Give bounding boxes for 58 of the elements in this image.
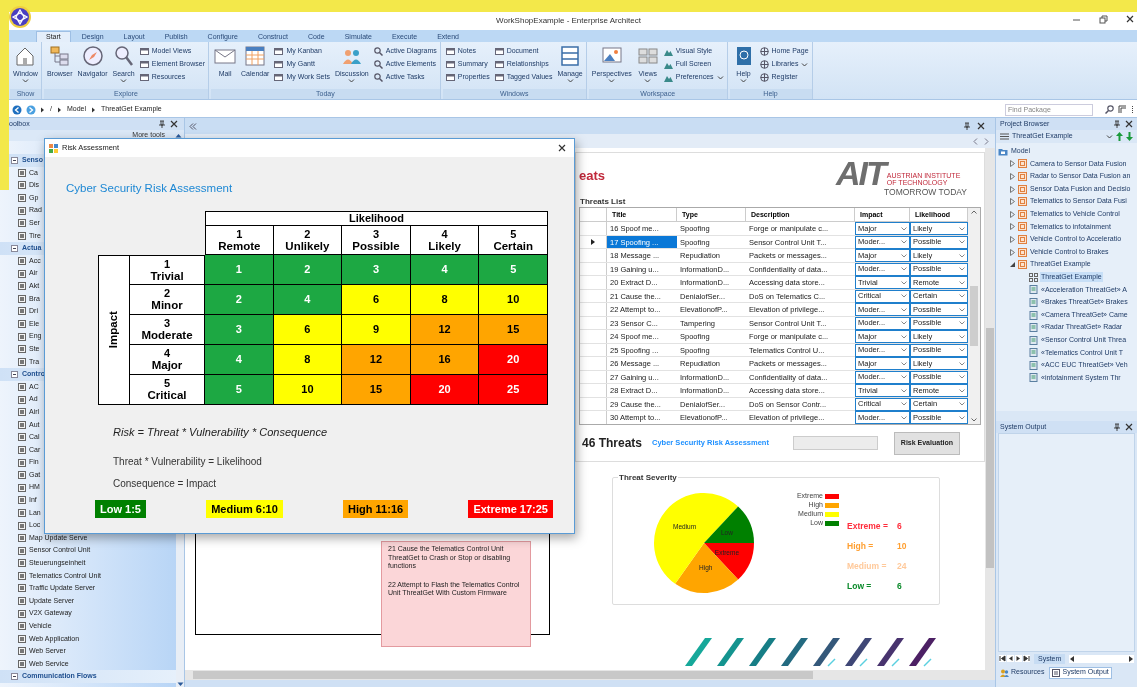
matrix-cell: 3: [342, 255, 411, 285]
risk-band: Extreme 17:25: [468, 500, 553, 518]
matrix-cell: 20: [410, 375, 480, 405]
chart-title: Threat Severity: [618, 472, 678, 484]
row-header: 4 Major: [130, 345, 205, 375]
total-label: Medium =: [847, 561, 888, 572]
matrix-cell: 4: [410, 255, 480, 285]
total-label: Extreme =: [847, 521, 889, 532]
risk-band: Low 1:5: [95, 500, 146, 518]
matrix-cell: 15: [479, 315, 548, 345]
axis-label: Impact: [106, 311, 121, 349]
total-value: 6: [897, 581, 903, 592]
column-header: 2 Unlikely: [273, 226, 343, 255]
column-header: 5 Certain: [479, 226, 548, 255]
matrix-cell: 10: [479, 285, 548, 315]
formula-text: Risk = Threat * Vulnerability * Consequence: [113, 425, 329, 439]
matrix-cell: 6: [273, 315, 343, 345]
matrix-cell: 2: [273, 255, 343, 285]
total-label: High =: [847, 541, 875, 552]
row-header: 5 Critical: [130, 375, 205, 405]
axis-label: Likelihood: [205, 211, 548, 226]
matrix-cell: 4: [205, 345, 274, 375]
note-text: Consequence = Impact: [113, 478, 218, 490]
matrix-cell: 15: [342, 375, 411, 405]
column-header: 4 Likely: [410, 226, 480, 255]
matrix-cell: 12: [342, 345, 411, 375]
row-header: 1 Trivial: [130, 255, 205, 285]
matrix-cell: 3: [205, 315, 274, 345]
total-value: 6: [897, 521, 903, 532]
row-header: 3 Moderate: [130, 315, 205, 345]
matrix-cell: 6: [342, 285, 411, 315]
matrix-cell: 5: [479, 255, 548, 285]
row-header: 2 Minor: [130, 285, 205, 315]
matrix-cell: 25: [479, 375, 548, 405]
matrix-cell: 8: [273, 345, 343, 375]
matrix-cell: 2: [205, 285, 274, 315]
matrix-cell: 12: [410, 315, 480, 345]
note-text: Threat * Vulnerability = Likelihood: [113, 456, 263, 468]
column-header: 3 Possible: [342, 226, 411, 255]
matrix-cell: 20: [479, 345, 548, 375]
matrix-cell: 8: [410, 285, 480, 315]
section-label: Threats List: [580, 197, 627, 207]
form-title: eats: [579, 167, 606, 185]
matrix-cell: 10: [273, 375, 343, 405]
matrix-cell: 5: [205, 375, 274, 405]
total-value: 10: [897, 541, 908, 552]
matrix-cell: 9: [342, 315, 411, 345]
total-label: Low =: [847, 581, 873, 592]
column-header: 1 Remote: [205, 226, 274, 255]
matrix-cell: 4: [273, 285, 343, 315]
matrix-cell: 1: [205, 255, 274, 285]
total-value: 24: [897, 561, 908, 572]
risk-band: Medium 6:10: [206, 500, 283, 518]
threat-count: 46 Threats: [582, 435, 643, 452]
dialog-heading: Cyber Security Risk Assessment: [66, 181, 234, 195]
matrix-cell: 16: [410, 345, 480, 375]
window-title: WorkShopExample - Enterprise Architect: [496, 15, 641, 27]
risk-band: High 11:16: [343, 500, 409, 518]
